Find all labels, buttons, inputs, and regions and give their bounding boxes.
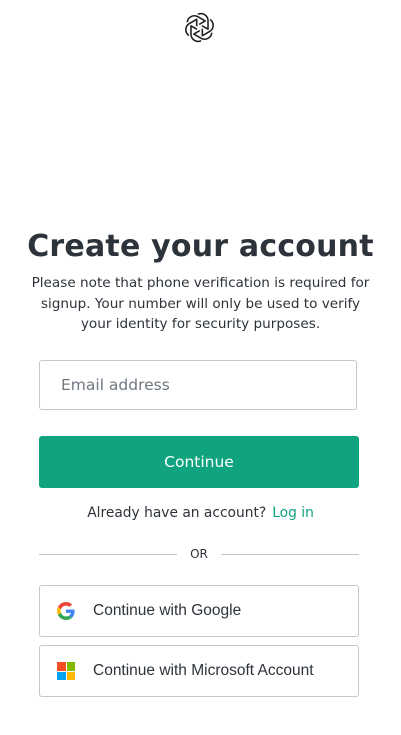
continue-button[interactable]: Continue [39,436,359,488]
login-link[interactable]: Log in [272,505,314,521]
page-title: Create your account [27,229,374,264]
email-field[interactable] [39,360,357,410]
login-prompt: Already have an account? Log in [0,505,401,521]
verification-notice: Please note that phone verification is r… [31,275,370,332]
google-button-label: Continue with Google [93,602,242,619]
continue-with-microsoft-button[interactable]: Continue with Microsoft Account [39,645,359,697]
divider-line-left [39,554,177,555]
google-icon [57,602,75,620]
openai-logo-icon [183,11,216,44]
divider-line-right [221,554,359,555]
divider-label: OR [190,547,208,561]
continue-with-google-button[interactable]: Continue with Google [39,585,359,637]
microsoft-icon [57,662,75,680]
microsoft-button-label: Continue with Microsoft Account [93,662,314,679]
or-divider: OR [39,546,359,562]
login-prompt-text: Already have an account? [87,505,267,521]
